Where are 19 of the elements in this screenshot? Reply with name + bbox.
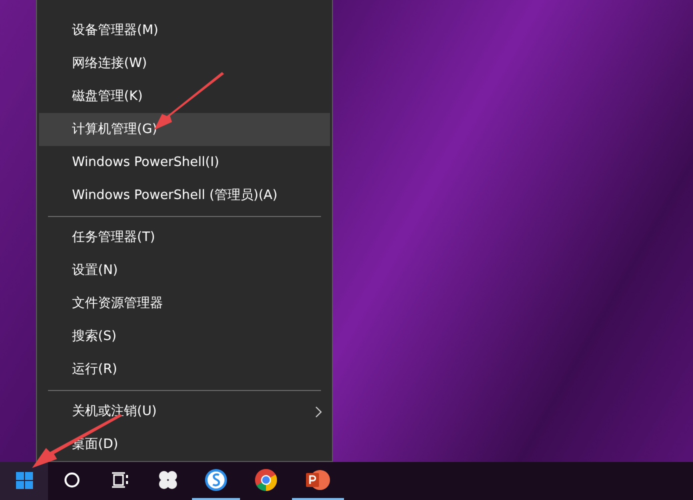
chrome-icon: [254, 468, 278, 492]
pinwheel-icon: [157, 469, 179, 491]
menu-item[interactable]: Windows PowerShell (管理员)(A): [39, 179, 330, 212]
task-view-icon: [111, 472, 129, 488]
chevron-right-icon: [315, 406, 322, 418]
menu-item[interactable]: 磁盘管理(K): [39, 80, 330, 113]
presentation-app-icon: [305, 468, 331, 492]
menu-item[interactable]: 网络连接(W): [39, 47, 330, 80]
menu-item[interactable]: 任务管理器(T): [39, 221, 330, 254]
menu-item[interactable]: 搜索(S): [39, 320, 330, 353]
menu-item[interactable]: Windows PowerShell(I): [39, 146, 330, 179]
menu-item[interactable]: 设置(N): [39, 254, 330, 287]
search-icon: [64, 472, 80, 488]
browser-s-icon: [204, 468, 228, 492]
windows-logo-icon: [16, 472, 32, 488]
menu-item[interactable]: 文件资源管理器: [39, 287, 330, 320]
menu-item[interactable]: 计算机管理(G): [39, 113, 330, 146]
menu-item[interactable]: 运行(R): [39, 353, 330, 386]
menu-item[interactable]: 设备管理器(M): [39, 14, 330, 47]
